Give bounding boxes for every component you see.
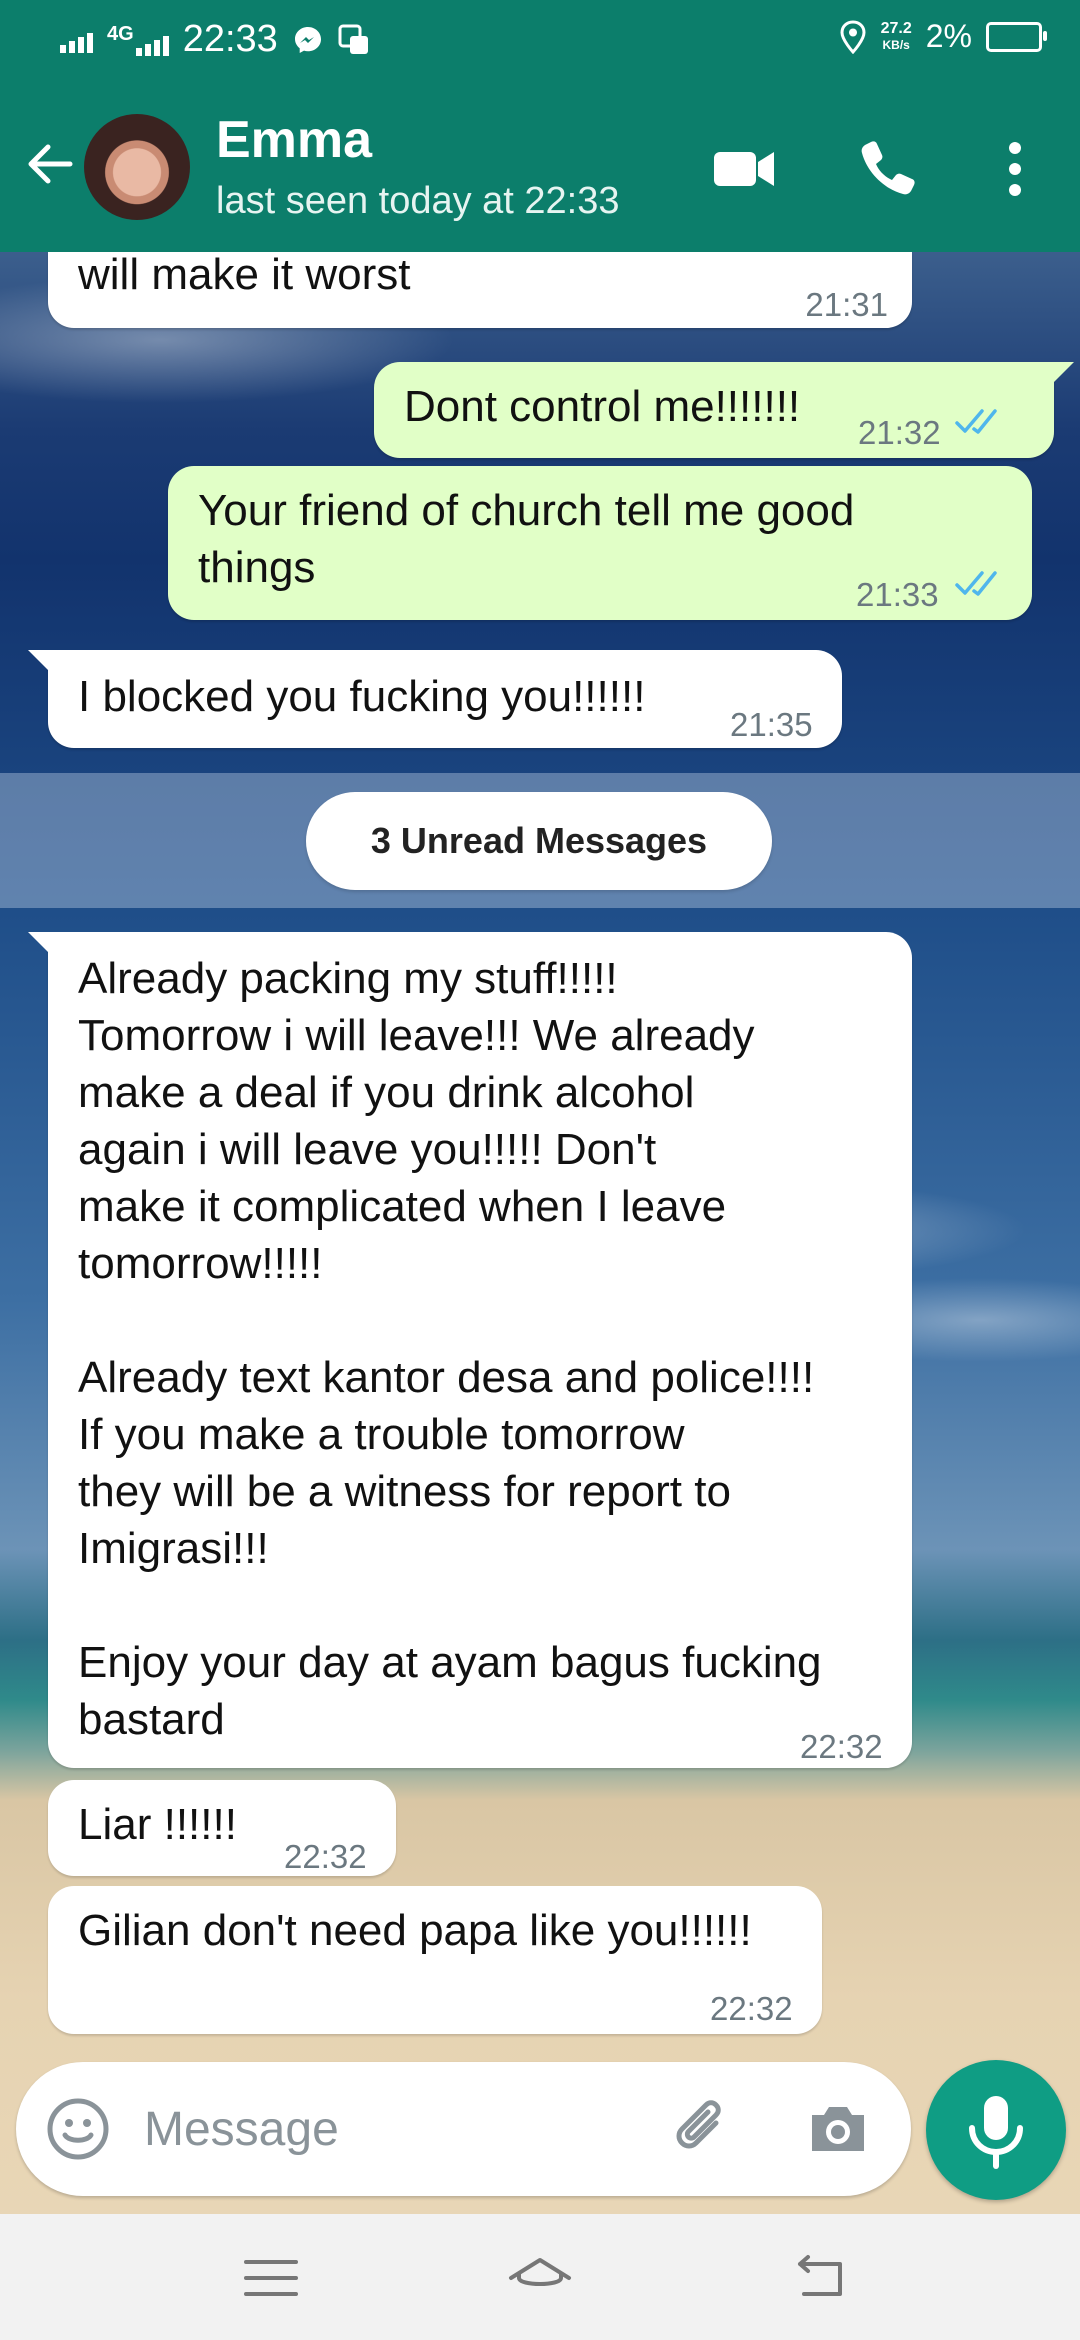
emoji-icon[interactable] [44,2095,112,2163]
contact-name[interactable]: Emma [216,110,372,170]
back-nav-icon[interactable] [786,2248,856,2308]
read-ticks-icon [955,571,997,596]
message-time: 22:32 [800,1728,883,1765]
voice-call-icon[interactable] [852,134,922,204]
message-text: Gilian don't need papa like you!!!!!! [78,1906,752,1955]
message-time: 22:32 [710,1990,793,2027]
unread-messages-divider: 3 Unread Messages [306,792,772,890]
message-time: 21:33 [856,576,939,613]
message-input[interactable]: Message [144,2102,339,2157]
messenger-icon [294,26,321,53]
message-text: Already packing my stuff!!!!! Tomorrow i… [78,954,822,1744]
battery-percent: 2% [925,18,972,54]
more-options-icon[interactable] [980,134,1050,204]
message-text: I blocked you fucking you!!!!!! [78,672,646,721]
translate-icon [338,24,368,54]
signal-icon-2 [135,30,169,56]
camera-icon[interactable] [804,2095,872,2163]
data-speed: 27.2 KB/s [880,19,912,52]
message-text: will make it worst [78,250,411,299]
message-time: 21:35 [730,706,813,743]
message-incoming[interactable]: I blocked you fucking you!!!!!! 21:35 [28,650,842,748]
message-time: 22:32 [284,1838,367,1875]
message-outgoing[interactable]: Dont control me!!!!!!! 21:32 [374,362,1074,458]
message-text: Your friend of church tell me good thing… [198,486,855,592]
back-arrow-icon[interactable] [20,134,80,194]
clock: 22:33 [182,18,278,60]
message-incoming[interactable]: Liar !!!!!! 22:32 [48,1780,396,1876]
chat-header: Emma last seen today at 22:33 [0,84,1080,252]
last-seen-status: last seen today at 22:33 [216,180,620,222]
menu-icon[interactable] [236,2248,306,2308]
signal-icon [60,27,93,53]
attach-icon[interactable] [670,2095,738,2163]
home-icon[interactable] [505,2248,575,2308]
read-ticks-icon [955,409,997,434]
mic-button[interactable] [926,2060,1066,2200]
message-text: Liar !!!!!! [78,1800,237,1849]
message-time: 21:31 [805,286,888,323]
status-bar: 4G 22:33 27.2 KB/s 2% [0,0,1080,84]
network-type: 4G [107,23,134,45]
battery-icon [986,21,1047,52]
message-text: Dont control me!!!!!!! [404,382,801,431]
message-incoming[interactable]: Gilian don't need papa like you!!!!!! 22… [48,1886,822,2034]
system-nav-bar [0,2214,1080,2340]
message-time: 21:32 [858,414,941,451]
message-composer[interactable]: Message [16,2062,911,2196]
location-icon [840,19,866,54]
avatar[interactable] [84,114,190,220]
mic-icon [969,2096,1023,2169]
video-call-icon[interactable] [710,134,780,204]
message-incoming[interactable]: Already packing my stuff!!!!! Tomorrow i… [28,932,912,1768]
message-outgoing[interactable]: Your friend of church tell me good thing… [168,466,1032,620]
message-incoming[interactable]: will make it worst 21:31 [48,250,912,328]
